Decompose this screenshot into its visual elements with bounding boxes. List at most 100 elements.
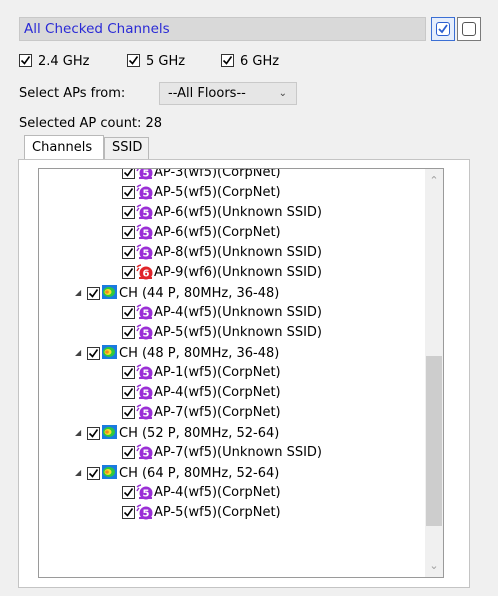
uncheck-all-icon <box>462 22 476 36</box>
scroll-up-icon[interactable]: ⌃ <box>425 174 443 187</box>
channel-label: CH (52 P, 80MHz, 52-64) <box>119 425 280 441</box>
wifi5-ap-icon: 5 <box>136 323 153 340</box>
selected-ap-count: Selected AP count: 28 <box>19 116 163 131</box>
wifi5-ap-icon: 5 <box>136 183 153 200</box>
expand-triangle-icon[interactable]: ◢ <box>75 343 87 363</box>
channel-node[interactable]: ◢ CH (48 P, 80MHz, 36-48) <box>75 343 279 363</box>
ap-node[interactable]: 5 AP-6(wf5)(CorpNet) <box>122 223 281 243</box>
ap-label: AP-7(wf5)(CorpNet) <box>154 405 281 420</box>
ap-label: AP-6(wf5)(Unknown SSID) <box>154 205 323 220</box>
ap-checkbox[interactable] <box>122 386 135 399</box>
band-6ghz[interactable]: 6 GHz <box>221 53 279 71</box>
ap-label: AP-5(wf5)(CorpNet) <box>154 505 281 520</box>
ap-checkbox[interactable] <box>122 306 135 319</box>
ap-checkbox[interactable] <box>122 169 135 179</box>
ap-node[interactable]: 5 AP-8(wf5)(Unknown SSID) <box>122 243 322 263</box>
ap-label: AP-4(wf5)(Unknown SSID) <box>154 305 323 320</box>
check-all-button[interactable] <box>431 17 455 41</box>
channel-checkbox[interactable] <box>87 286 100 300</box>
channels-panel: 5 AP-3(wf5)(CorpNet) 5 AP-5(wf5)(CorpNet) 5 A… <box>18 159 470 588</box>
scrollbar-thumb[interactable] <box>426 356 442 526</box>
wifi5-ap-icon: 5 <box>136 383 153 400</box>
ap-label: AP-4(wf5)(CorpNet) <box>154 385 281 400</box>
ap-checkbox[interactable] <box>122 246 135 259</box>
ap-node[interactable]: 5 AP-7(wf5)(CorpNet) <box>122 403 281 423</box>
ap-checkbox[interactable] <box>122 206 135 219</box>
wifi5-ap-icon: 5 <box>136 363 153 380</box>
ap-checkbox[interactable] <box>122 266 135 279</box>
ap-label: AP-8(wf5)(Unknown SSID) <box>154 245 323 260</box>
wifi5-ap-icon: 5 <box>136 303 153 320</box>
channel-tree[interactable]: 5 AP-3(wf5)(CorpNet) 5 AP-5(wf5)(CorpNet) 5 A… <box>38 168 444 578</box>
checkbox-5ghz[interactable] <box>127 54 140 67</box>
ap-node[interactable]: 5 AP-6(wf5)(Unknown SSID) <box>122 203 322 223</box>
ap-checkbox[interactable] <box>122 486 135 499</box>
ap-node[interactable]: 5 AP-3(wf5)(CorpNet) <box>122 168 281 183</box>
ap-label: AP-6(wf5)(CorpNet) <box>154 225 281 240</box>
ap-checkbox[interactable] <box>122 446 135 459</box>
floor-select-value: --All Floors-- <box>168 86 246 101</box>
wifi5-ap-icon: 5 <box>136 483 153 500</box>
tab-channels[interactable]: Channels <box>24 135 104 159</box>
band-5ghz[interactable]: 5 GHz <box>127 53 185 71</box>
channel-label: CH (64 P, 80MHz, 52-64) <box>119 465 280 481</box>
ap-node[interactable]: 5 AP-4(wf5)(Unknown SSID) <box>122 303 322 323</box>
ap-checkbox[interactable] <box>122 366 135 379</box>
ap-node[interactable]: 6 AP-9(wf6)(Unknown SSID) <box>122 263 322 283</box>
ap-checkbox[interactable] <box>122 326 135 339</box>
checkbox-2-4ghz[interactable] <box>19 54 32 67</box>
ap-node[interactable]: 5 AP-1(wf5)(CorpNet) <box>122 363 281 383</box>
channel-checkbox[interactable] <box>87 346 100 360</box>
check-all-icon <box>436 22 450 36</box>
expand-triangle-icon[interactable]: ◢ <box>75 463 87 483</box>
wifi5-ap-icon: 5 <box>136 203 153 220</box>
channel-heatmap-icon <box>101 344 118 360</box>
uncheck-all-button[interactable] <box>457 17 481 41</box>
band-label: 2.4 GHz <box>38 54 90 69</box>
channel-node[interactable]: ◢ CH (52 P, 80MHz, 52-64) <box>75 423 279 443</box>
channel-label: CH (48 P, 80MHz, 36-48) <box>119 345 280 361</box>
ap-label: AP-3(wf5)(CorpNet) <box>154 168 281 180</box>
ap-checkbox[interactable] <box>122 226 135 239</box>
channel-heatmap-icon <box>101 424 118 440</box>
ap-label: AP-7(wf5)(Unknown SSID) <box>154 445 323 460</box>
ap-label: AP-9(wf6)(Unknown SSID) <box>154 265 323 280</box>
ap-checkbox[interactable] <box>122 506 135 519</box>
ap-label: AP-1(wf5)(CorpNet) <box>154 365 281 380</box>
channel-node[interactable]: ◢ CH (44 P, 80MHz, 36-48) <box>75 283 279 303</box>
expand-triangle-icon[interactable]: ◢ <box>75 283 87 303</box>
wifi5-ap-icon: 5 <box>136 503 153 520</box>
scroll-down-icon[interactable]: ⌄ <box>425 559 443 572</box>
ap-node[interactable]: 5 AP-5(wf5)(CorpNet) <box>122 183 281 203</box>
ap-checkbox[interactable] <box>122 406 135 419</box>
ap-node[interactable]: 5 AP-7(wf5)(Unknown SSID) <box>122 443 322 463</box>
wifi5-ap-icon: 5 <box>136 443 153 460</box>
channel-heatmap-icon <box>101 284 118 300</box>
ap-label: AP-4(wf5)(CorpNet) <box>154 485 281 500</box>
expand-triangle-icon[interactable]: ◢ <box>75 423 87 443</box>
wifi5-ap-icon: 5 <box>136 169 153 180</box>
band-label: 6 GHz <box>240 54 280 69</box>
select-aps-label: Select APs from: <box>19 86 126 101</box>
ap-node[interactable]: 5 AP-5(wf5)(Unknown SSID) <box>122 323 322 343</box>
channel-checkbox[interactable] <box>87 466 100 480</box>
ap-node[interactable]: 5 AP-4(wf5)(CorpNet) <box>122 383 281 403</box>
chevron-down-icon: ⌄ <box>278 88 287 99</box>
floor-select[interactable]: --All Floors-- ⌄ <box>159 82 297 105</box>
channel-node[interactable]: ◢ CH (64 P, 80MHz, 52-64) <box>75 463 279 483</box>
channel-filter-field[interactable]: All Checked Channels <box>19 17 426 41</box>
ap-node[interactable]: 5 AP-4(wf5)(CorpNet) <box>122 483 281 503</box>
channel-label: CH (44 P, 80MHz, 36-48) <box>119 285 280 301</box>
tree-scrollbar[interactable]: ⌃ ⌄ <box>425 169 443 577</box>
checkbox-6ghz[interactable] <box>221 54 234 67</box>
tab-ssid[interactable]: SSID <box>104 137 149 160</box>
ap-checkbox[interactable] <box>122 186 135 199</box>
ap-node[interactable]: 5 AP-5(wf5)(CorpNet) <box>122 503 281 523</box>
channel-checkbox[interactable] <box>87 426 100 440</box>
band-2-4ghz[interactable]: 2.4 GHz <box>19 53 89 71</box>
ap-label: AP-5(wf5)(Unknown SSID) <box>154 325 323 340</box>
wifi5-ap-icon: 5 <box>136 403 153 420</box>
wifi5-ap-icon: 5 <box>136 223 153 240</box>
ap-label: AP-5(wf5)(CorpNet) <box>154 185 281 200</box>
channel-heatmap-icon <box>101 464 118 480</box>
